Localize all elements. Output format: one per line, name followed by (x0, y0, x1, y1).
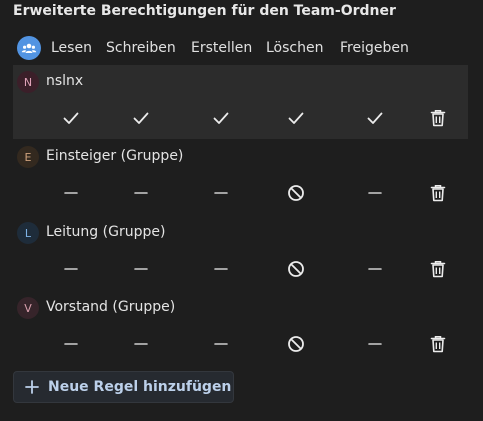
avatar: V (17, 297, 39, 319)
advanced-permissions-panel: Erweiterte Berechtigungen für den Team-O… (0, 0, 483, 421)
permission-erstellen-dash-icon[interactable] (209, 181, 233, 205)
permission-freigeben-dash-icon[interactable] (363, 257, 387, 281)
permission-freigeben-dash-icon[interactable] (363, 181, 387, 205)
permission-loeschen-checkmark-icon[interactable] (284, 106, 308, 130)
avatar: E (17, 146, 39, 168)
permission-loeschen-deny-icon[interactable] (284, 257, 308, 281)
entry-name: Einsteiger (Gruppe) (46, 148, 184, 164)
trash-icon[interactable] (426, 257, 450, 281)
permission-erstellen-dash-icon[interactable] (209, 332, 233, 356)
plus-icon (25, 380, 39, 394)
column-header-erstellen: Erstellen (191, 40, 253, 56)
permission-lesen-dash-icon[interactable] (59, 332, 83, 356)
permission-schreiben-dash-icon[interactable] (129, 181, 153, 205)
permission-lesen-dash-icon[interactable] (59, 181, 83, 205)
column-header-schreiben: Schreiben (106, 40, 176, 56)
permission-schreiben-checkmark-icon[interactable] (129, 106, 153, 130)
panel-title: Erweiterte Berechtigungen für den Team-O… (13, 3, 396, 19)
permission-schreiben-dash-icon[interactable] (129, 332, 153, 356)
add-rule-button[interactable]: Neue Regel hinzufügen (13, 371, 234, 403)
group-icon (17, 36, 41, 60)
column-header-lesen: Lesen (51, 40, 92, 56)
permission-lesen-dash-icon[interactable] (59, 257, 83, 281)
trash-icon[interactable] (426, 181, 450, 205)
avatar: N (17, 71, 39, 93)
permission-entry[interactable]: L Leitung (Gruppe) (13, 216, 468, 290)
permissions-header: Lesen Schreiben Erstellen Löschen Freige… (0, 34, 483, 62)
permission-erstellen-checkmark-icon[interactable] (209, 106, 233, 130)
trash-icon[interactable] (426, 106, 450, 130)
permission-loeschen-deny-icon[interactable] (284, 181, 308, 205)
permission-freigeben-checkmark-icon[interactable] (363, 106, 387, 130)
column-header-loeschen: Löschen (266, 40, 324, 56)
avatar: L (17, 222, 39, 244)
permission-schreiben-dash-icon[interactable] (129, 257, 153, 281)
entry-name: nslnx (46, 73, 84, 89)
column-header-freigeben: Freigeben (340, 40, 409, 56)
permission-entry[interactable]: Nnslnx (13, 65, 468, 139)
permission-loeschen-deny-icon[interactable] (284, 332, 308, 356)
add-rule-label: Neue Regel hinzufügen (48, 379, 232, 395)
entry-name: Vorstand (Gruppe) (46, 299, 176, 315)
permission-lesen-checkmark-icon[interactable] (59, 106, 83, 130)
permission-erstellen-dash-icon[interactable] (209, 257, 233, 281)
permission-entry[interactable]: V Vorstand (Gruppe) (13, 291, 468, 365)
permission-entry[interactable]: E Einsteiger (Gruppe) (13, 140, 468, 214)
entry-name: Leitung (Gruppe) (46, 224, 166, 240)
permission-freigeben-dash-icon[interactable] (363, 332, 387, 356)
trash-icon[interactable] (426, 332, 450, 356)
